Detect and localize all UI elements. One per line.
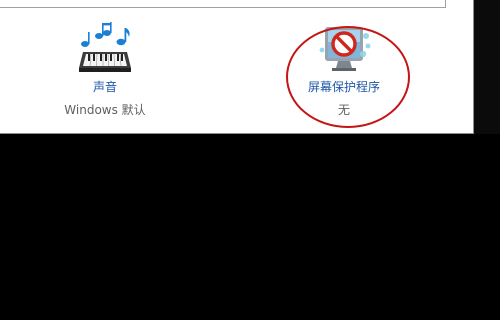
sound-item[interactable]: 声音 Windows 默认 — [55, 22, 155, 122]
screen-saver-label[interactable]: 屏幕保护程序 — [292, 78, 396, 95]
screensaver-disabled-icon — [316, 22, 372, 76]
sound-icon — [77, 22, 133, 76]
sound-label[interactable]: 声音 — [55, 78, 155, 95]
divider — [445, 0, 446, 8]
divider — [0, 7, 446, 8]
personalization-window: 声音 Windows 默认 屏幕保护程序 无 — [0, 0, 474, 134]
sound-scheme-value: Windows 默认 — [64, 103, 146, 117]
screen-saver-value: 无 — [337, 103, 350, 117]
screen-saver-item[interactable]: 屏幕保护程序 无 — [292, 22, 396, 122]
screen: 声音 Windows 默认 屏幕保护程序 无 — [0, 0, 500, 320]
window-frame-edge — [474, 0, 500, 134]
